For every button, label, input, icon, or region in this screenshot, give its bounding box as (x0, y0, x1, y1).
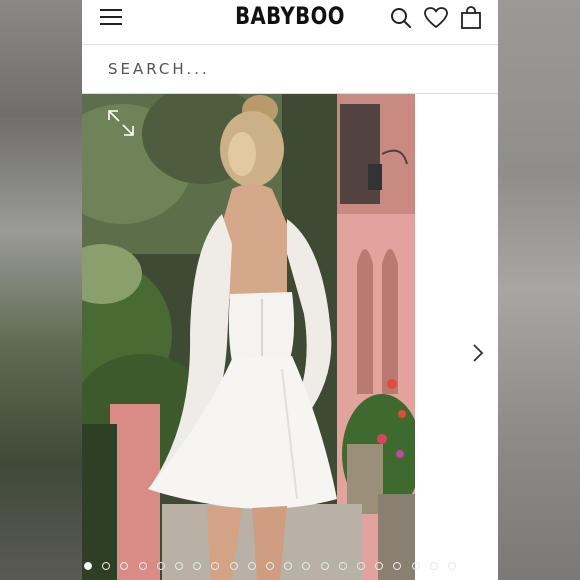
gallery-dot[interactable] (375, 562, 384, 570)
gallery-dot[interactable] (193, 562, 202, 570)
gallery-dot[interactable] (357, 562, 365, 570)
gallery-dot[interactable] (393, 562, 402, 570)
expand-arrows-icon[interactable] (106, 108, 136, 138)
gallery-pagination-dots (82, 562, 498, 574)
site-header: BABYBOO (82, 0, 498, 45)
shopping-bag-icon[interactable] (458, 5, 484, 31)
search-icon[interactable] (388, 5, 414, 31)
blurred-backdrop-right (498, 0, 580, 580)
gallery-dot[interactable] (84, 562, 92, 570)
blurred-backdrop-left (0, 0, 82, 580)
gallery-dot[interactable] (175, 562, 183, 570)
gallery-dot[interactable] (120, 562, 129, 570)
gallery-dot[interactable] (429, 562, 438, 570)
gallery-dot[interactable] (102, 562, 111, 570)
search-bar[interactable]: SEARCH... (82, 45, 498, 94)
gallery-dot[interactable] (284, 562, 293, 570)
search-input[interactable]: SEARCH... (108, 60, 210, 78)
gallery-dot[interactable] (320, 562, 329, 570)
mobile-page: BABYBOO SEARCH... (82, 0, 498, 580)
gallery-dot[interactable] (411, 562, 420, 570)
gallery-dot[interactable] (156, 562, 165, 570)
gallery-dot[interactable] (138, 562, 147, 570)
gallery-dot[interactable] (338, 562, 347, 570)
chevron-right-icon[interactable] (468, 342, 488, 364)
gallery-dot[interactable] (211, 562, 220, 570)
heart-icon[interactable] (423, 5, 449, 31)
gallery-dot[interactable] (229, 562, 238, 570)
gallery-dot[interactable] (302, 562, 311, 570)
gallery-dot[interactable] (266, 562, 274, 570)
product-photo[interactable] (82, 94, 415, 580)
product-gallery (82, 94, 498, 580)
gallery-dot[interactable] (247, 562, 256, 570)
gallery-dot[interactable] (448, 562, 456, 570)
